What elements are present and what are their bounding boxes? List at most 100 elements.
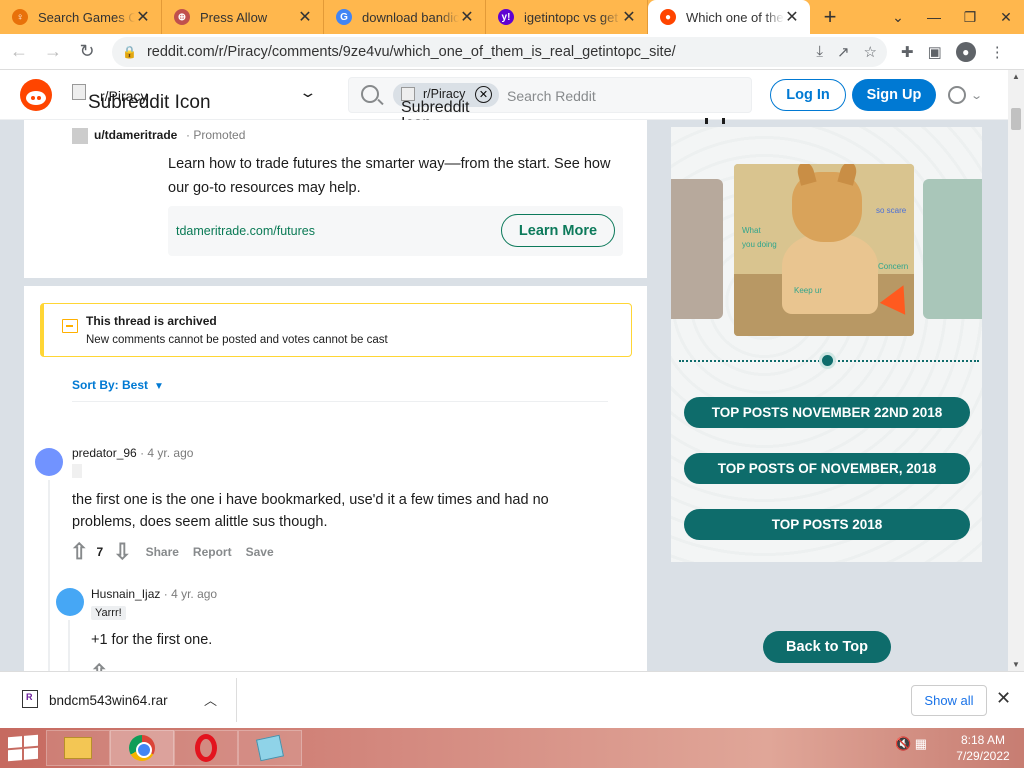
tab-close-icon[interactable]: ✕ <box>297 7 313 27</box>
restore-icon[interactable]: ❐ <box>952 0 988 34</box>
comment-actions: ⇧ 7 ⇩ Share Report Save <box>70 541 274 563</box>
tab-close-icon[interactable]: ✕ <box>459 7 475 27</box>
comment-body: the first one is the one i have bookmark… <box>72 492 549 530</box>
login-button[interactable]: Log In <box>770 79 846 111</box>
browser-tab[interactable]: ⊕ Press Allow ✕ <box>162 0 324 34</box>
download-icon[interactable]: ⤓ <box>816 43 823 60</box>
bookmark-star-icon[interactable]: ☆ <box>864 43 877 61</box>
browser-tab[interactable]: ♀ Search Games Or ✕ <box>0 0 162 34</box>
taskbar-notes[interactable] <box>238 730 302 766</box>
tab-close-icon[interactable]: ✕ <box>135 7 151 27</box>
downvote-icon[interactable]: ⇩ <box>113 541 131 563</box>
search-input[interactable]: Search Reddit <box>507 88 596 104</box>
report-button[interactable]: Report <box>193 545 232 559</box>
tab-close-icon[interactable]: ✕ <box>784 7 800 27</box>
close-icon[interactable]: ✕ <box>996 688 1011 709</box>
reddit-logo-icon[interactable] <box>20 79 52 111</box>
tab-title: Press Allow <box>200 9 268 25</box>
taskbar-chrome[interactable] <box>110 730 174 766</box>
signup-button[interactable]: Sign Up <box>852 79 936 111</box>
taskbar-opera[interactable] <box>174 730 238 766</box>
close-window-icon[interactable]: ✕ <box>988 0 1024 34</box>
tab-close-icon[interactable]: ✕ <box>621 7 637 27</box>
upvote-icon[interactable]: ⇧ <box>70 541 88 563</box>
carousel-prev-image[interactable] <box>671 179 723 319</box>
profile-avatar-icon[interactable]: ● <box>955 41 976 62</box>
back-arrow-icon[interactable]: ← <box>4 37 34 67</box>
search-icon <box>361 85 379 103</box>
page-scrollbar[interactable]: ▲ ▼ <box>1008 70 1024 671</box>
search-bar[interactable]: r/Piracy Subreddit Icon ✕ Search Reddit <box>348 77 752 132</box>
scroll-thumb[interactable] <box>1011 108 1021 130</box>
carousel-next-image[interactable] <box>923 179 982 319</box>
clock-date: 7/29/2022 <box>956 749 1010 763</box>
user-menu[interactable]: ⌄ <box>948 82 988 108</box>
tab-title: download bandic <box>362 9 459 25</box>
sort-dropdown[interactable]: Sort By: Best ▼ <box>72 378 164 392</box>
download-filename[interactable]: bndcm543win64.rar <box>49 693 168 708</box>
search-scope-chip[interactable]: r/Piracy Subreddit Icon ✕ <box>393 83 499 132</box>
thread-line[interactable] <box>48 480 50 671</box>
comment-age[interactable]: 4 yr. ago <box>147 446 193 460</box>
url-text[interactable]: reddit.com/r/Piracy/comments/9ze4vu/whic… <box>147 44 802 60</box>
clock-time: 8:18 AM <box>960 733 1006 747</box>
browser-tab[interactable]: y! igetintopc vs get ✕ <box>486 0 648 34</box>
chip-clear-icon[interactable]: ✕ <box>475 86 492 103</box>
browser-tab[interactable]: ● Which one of the ✕ <box>648 0 810 34</box>
scroll-marker <box>705 118 725 124</box>
divider <box>236 678 237 722</box>
window-controls: ⌄ — ❐ ✕ <box>880 0 1024 34</box>
chevron-up-icon[interactable]: ︿ <box>204 690 217 709</box>
top-posts-nov22-button[interactable]: TOP POSTS NOVEMBER 22ND 2018 <box>684 397 970 428</box>
meme-caption: so scare <box>876 206 907 215</box>
thread-line[interactable] <box>68 620 70 671</box>
carousel-dot[interactable] <box>819 352 836 369</box>
chrome-menu-icon[interactable]: ⋮ <box>990 43 1005 61</box>
address-bar[interactable]: 🔒 reddit.com/r/Piracy/comments/9ze4vu/wh… <box>112 36 887 67</box>
main-content: u/tdameritrade · Promoted Learn how to t… <box>24 120 647 671</box>
chevron-down-icon[interactable]: ⌄ <box>298 84 317 101</box>
minimize-icon[interactable]: — <box>916 0 952 34</box>
back-to-top-button[interactable]: Back to Top <box>763 631 891 663</box>
download-bar: bndcm543win64.rar ︿ Show all ✕ <box>0 671 1024 728</box>
meme-caption: you doing <box>742 240 777 249</box>
top-posts-year-button[interactable]: TOP POSTS 2018 <box>684 509 970 540</box>
comment-age[interactable]: 4 yr. ago <box>171 587 217 601</box>
reload-icon[interactable]: ↻ <box>72 37 102 67</box>
scroll-up-icon[interactable]: ▲ <box>1012 72 1020 81</box>
avatar[interactable] <box>35 448 63 476</box>
system-clock[interactable]: 8:18 AM 7/29/2022 <box>948 732 1018 764</box>
show-all-button[interactable]: Show all <box>911 685 987 716</box>
promo-body: Learn how to trade futures the smarter w… <box>168 156 611 196</box>
comment-username[interactable]: Husnain_Ijaz <box>91 587 160 601</box>
windows-start-icon[interactable] <box>8 734 38 762</box>
learn-more-button[interactable]: Learn More <box>501 214 615 247</box>
browser-tab[interactable]: Gdownload bandic ✕ <box>324 0 486 34</box>
upvote-icon[interactable]: ⇧ <box>90 662 108 672</box>
section-divider <box>24 278 647 286</box>
comment-username[interactable]: predator_96 <box>72 446 137 460</box>
comment-author: predator_96 · 4 yr. ago <box>72 446 194 460</box>
avatar[interactable] <box>56 588 84 616</box>
advertiser-username[interactable]: u/tdameritrade <box>94 128 177 142</box>
promoted-label: · Promoted <box>186 128 246 142</box>
doge-meme-image[interactable]: What you doing so scare Concern Keep ur <box>734 164 914 336</box>
advertiser-avatar <box>72 128 88 144</box>
taskbar-file-explorer[interactable] <box>46 730 110 766</box>
extensions-puzzle-icon[interactable]: ✚ <box>901 43 914 61</box>
tab-search-chevron-icon[interactable]: ⌄ <box>880 0 916 34</box>
scroll-down-icon[interactable]: ▼ <box>1012 660 1020 669</box>
new-tab-button[interactable]: + <box>810 0 850 34</box>
rar-file-icon[interactable] <box>22 690 38 708</box>
browser-toolbar: ← → ↻ 🔒 reddit.com/r/Piracy/comments/9ze… <box>0 34 1024 70</box>
top-posts-nov-button[interactable]: TOP POSTS OF NOVEMBER, 2018 <box>684 453 970 484</box>
save-button[interactable]: Save <box>246 545 274 559</box>
forward-arrow-icon[interactable]: → <box>38 37 68 67</box>
side-panel-icon[interactable]: ▣ <box>928 43 942 61</box>
share-icon[interactable]: ↗ <box>837 43 850 61</box>
promo-link-box: tdameritrade.com/futures Learn More <box>168 206 623 256</box>
opera-icon <box>195 734 217 762</box>
share-button[interactable]: Share <box>146 545 179 559</box>
promo-link[interactable]: tdameritrade.com/futures <box>176 224 315 238</box>
tray-icons[interactable]: 🔇 ▦ <box>895 736 927 752</box>
